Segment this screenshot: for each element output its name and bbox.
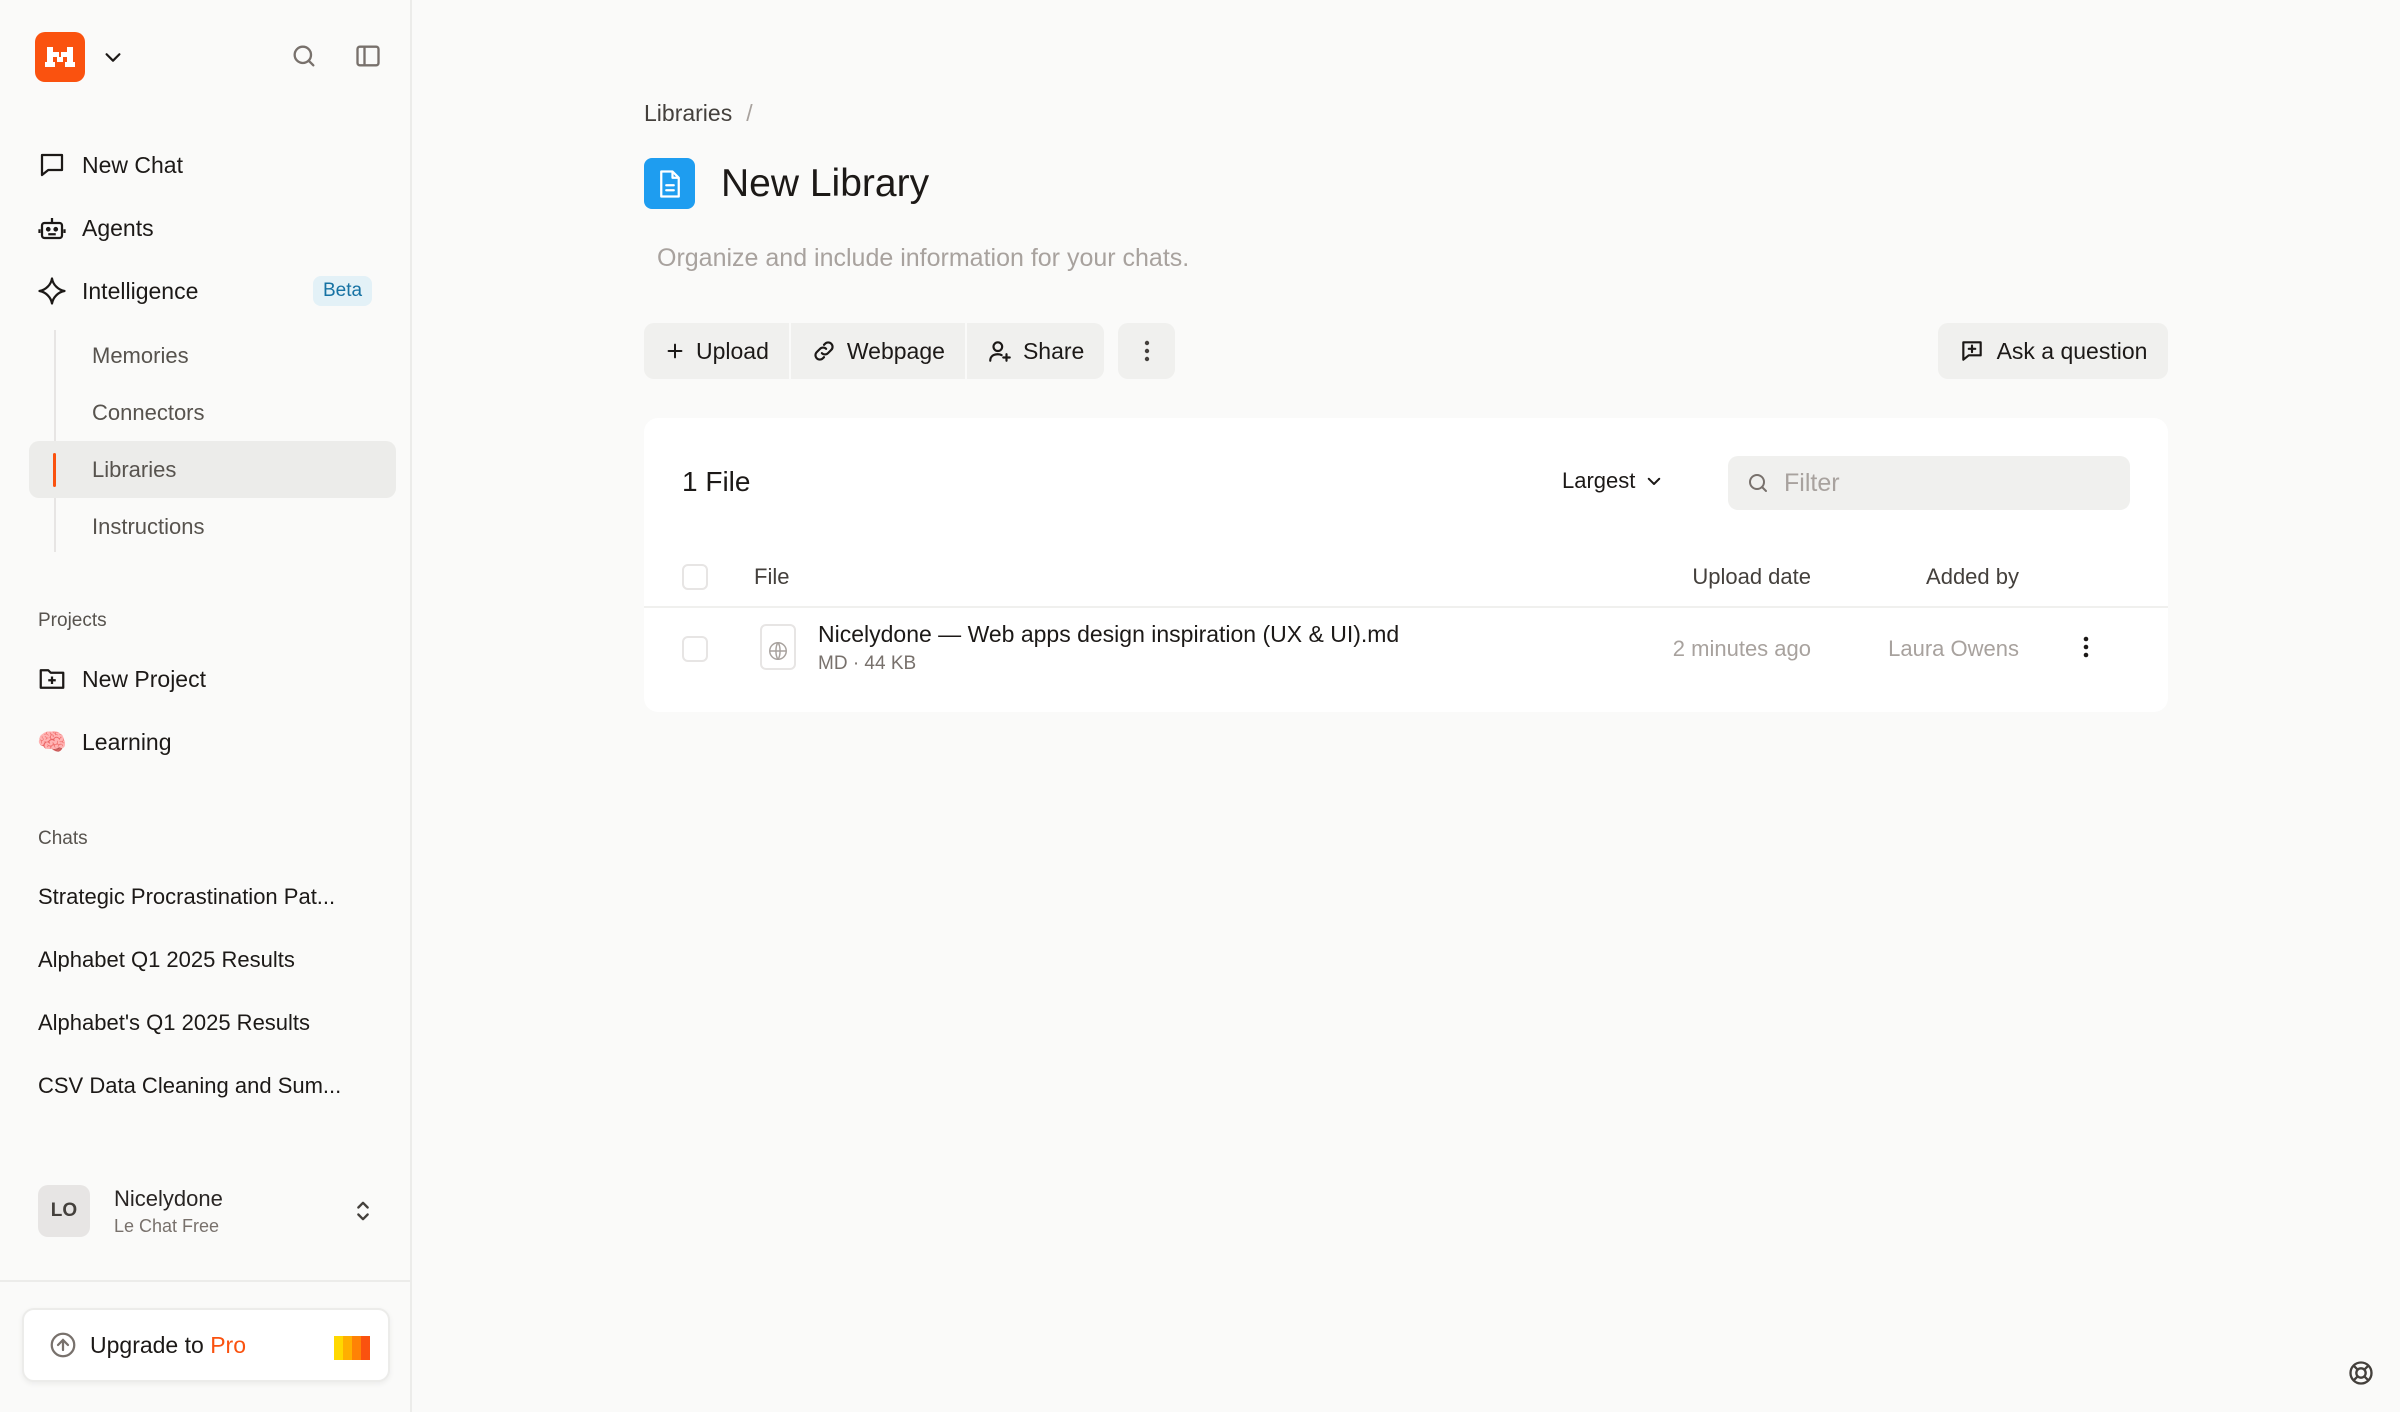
user-plan: Le Chat Free <box>114 1215 220 1236</box>
chevron-up-down-icon[interactable] <box>352 1197 374 1225</box>
page-title[interactable]: New Library <box>721 158 929 209</box>
robot-icon <box>36 212 68 244</box>
upload-button[interactable]: Upload <box>644 323 791 379</box>
agents-button[interactable]: Agents <box>36 208 154 248</box>
upload-label: Upload <box>696 337 769 364</box>
files-card: 1 File Largest File Upload date Added by… <box>644 418 2168 712</box>
agents-label: Agents <box>82 214 154 241</box>
breadcrumb-libraries[interactable]: Libraries <box>644 100 732 127</box>
user-plus-icon <box>987 338 1013 364</box>
chat-item[interactable]: CSV Data Cleaning and Sum... <box>38 1073 341 1099</box>
link-icon <box>811 338 837 364</box>
vertical-dots-icon <box>1143 339 1151 363</box>
chat-bubble-icon <box>36 149 68 181</box>
sidebar-item-memories[interactable]: Memories <box>92 336 189 376</box>
user-menu[interactable]: LO Nicelydone Le Chat Free <box>38 1185 378 1237</box>
sidebar-item-connectors[interactable]: Connectors <box>92 393 205 433</box>
mistral-logo-icon[interactable] <box>35 32 85 82</box>
file-icon <box>760 624 796 670</box>
file-name[interactable]: Nicelydone — Web apps design inspiration… <box>818 621 1399 648</box>
plus-icon <box>664 340 686 362</box>
file-upload-date: 2 minutes ago <box>1672 636 1811 661</box>
search-icon <box>1746 471 1770 495</box>
arrow-up-circle-icon <box>48 1330 78 1360</box>
active-item-indicator <box>53 453 56 487</box>
vertical-dots-icon <box>2082 635 2090 659</box>
file-added-by: Laura Owens <box>1888 636 2019 661</box>
select-all-checkbox[interactable] <box>682 564 708 590</box>
more-options-button[interactable] <box>1118 323 1175 379</box>
project-learning-label: Learning <box>82 728 172 755</box>
upgrade-pro: Pro <box>210 1331 246 1358</box>
user-info: Nicelydone Le Chat Free <box>114 1186 223 1237</box>
row-checkbox[interactable] <box>682 636 708 662</box>
file-count: 1 File <box>682 466 751 497</box>
intelligence-button[interactable]: Intelligence <box>36 271 198 311</box>
chat-item[interactable]: Strategic Procrastination Pat... <box>38 884 335 910</box>
sidebar-item-libraries[interactable]: Libraries <box>92 450 176 490</box>
sidebar-item-instructions[interactable]: Instructions <box>92 507 205 547</box>
chat-item[interactable]: Alphabet Q1 2025 Results <box>38 947 295 973</box>
ask-question-button[interactable]: Ask a question <box>1938 323 2168 379</box>
sort-dropdown[interactable]: Largest <box>1562 468 1663 494</box>
column-header-upload-date[interactable]: Upload date <box>1692 564 1811 590</box>
document-icon <box>644 158 695 209</box>
message-plus-icon <box>1959 338 1985 364</box>
sidebar-divider <box>0 1280 412 1282</box>
chats-heading: Chats <box>38 828 88 849</box>
lifebuoy-icon[interactable] <box>2344 1356 2378 1390</box>
avatar: LO <box>38 1185 90 1237</box>
row-actions-button[interactable] <box>2070 631 2102 663</box>
folder-plus-icon <box>36 663 68 695</box>
sparkle-icon <box>36 275 68 307</box>
brain-icon: 🧠 <box>37 728 67 756</box>
breadcrumb: Libraries / <box>644 100 753 127</box>
header-divider <box>644 606 2168 608</box>
share-button[interactable]: Share <box>967 323 1104 379</box>
webpage-button[interactable]: Webpage <box>791 323 967 379</box>
chevron-down-icon <box>1645 472 1663 490</box>
new-chat-button[interactable]: New Chat <box>36 145 183 185</box>
filter-input[interactable] <box>1784 468 2104 498</box>
chat-item[interactable]: Alphabet's Q1 2025 Results <box>38 1010 310 1036</box>
sort-label: Largest <box>1562 468 1636 493</box>
column-header-added-by[interactable]: Added by <box>1926 564 2019 590</box>
sidebar: New Chat Agents Intelligence Beta Memori… <box>0 0 412 1412</box>
library-description[interactable]: Organize and include information for you… <box>657 244 1189 273</box>
breadcrumb-separator: / <box>746 100 753 126</box>
beta-badge: Beta <box>313 276 373 306</box>
new-project-label: New Project <box>82 665 206 692</box>
pro-stripes-icon <box>334 1336 370 1360</box>
new-project-button[interactable]: New Project <box>36 659 206 699</box>
webpage-label: Webpage <box>846 337 945 364</box>
share-label: Share <box>1022 337 1085 364</box>
search-icon[interactable] <box>288 40 320 72</box>
projects-heading: Projects <box>38 610 107 631</box>
project-learning[interactable]: 🧠 Learning <box>36 722 172 762</box>
ask-question-label: Ask a question <box>1996 337 2148 364</box>
intelligence-label: Intelligence <box>82 277 199 304</box>
user-name: Nicelydone <box>114 1185 223 1211</box>
column-header-file[interactable]: File <box>754 564 789 590</box>
active-item-highlight <box>29 441 396 498</box>
sidebar-toggle-icon[interactable] <box>352 40 384 72</box>
upgrade-button[interactable]: Upgrade to Pro <box>22 1308 390 1382</box>
upgrade-prefix: Upgrade to <box>90 1331 204 1358</box>
library-toolbar: Upload Webpage Share <box>644 323 1105 379</box>
filter-field[interactable] <box>1728 456 2130 510</box>
file-meta: MD · 44 KB <box>818 653 917 674</box>
new-chat-label: New Chat <box>82 151 183 178</box>
upgrade-label: Upgrade to Pro <box>90 1332 246 1359</box>
chevron-down-icon[interactable] <box>102 46 124 68</box>
